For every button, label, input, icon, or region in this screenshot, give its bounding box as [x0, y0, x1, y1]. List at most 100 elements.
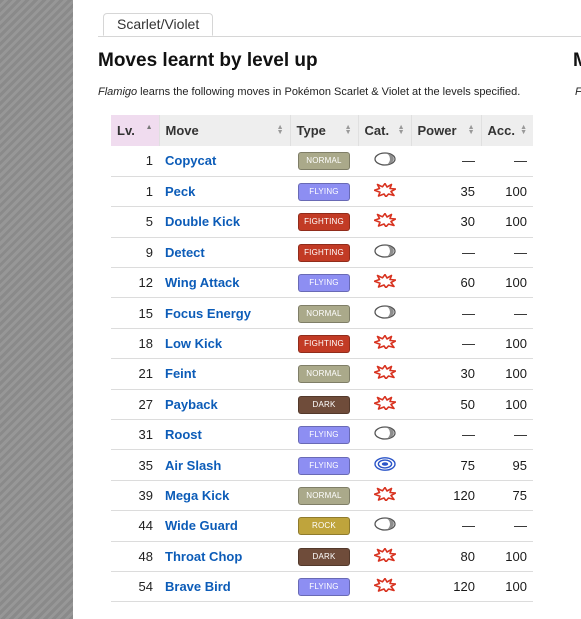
special-move-icon	[373, 456, 396, 471]
type-badge[interactable]: Fighting	[298, 243, 350, 262]
move-cell: Wing Attack	[159, 267, 290, 299]
power-cell: —	[411, 297, 481, 329]
type-badge[interactable]: Fighting	[298, 335, 350, 354]
category-cell	[358, 571, 411, 603]
type-cell: Dark	[290, 389, 358, 421]
category-cell	[358, 237, 411, 269]
physical-move-icon	[373, 365, 396, 380]
type-cell: Flying	[290, 419, 358, 451]
tab-scarlet-violet[interactable]: Scarlet/Violet	[103, 13, 214, 36]
level-cell: 54	[111, 571, 159, 603]
game-tabs: Scarlet/Violet	[98, 13, 581, 37]
table-row: 12 Wing Attack Flying 60 100	[111, 267, 533, 299]
move-link[interactable]: Feint	[165, 366, 196, 381]
move-link[interactable]: Peck	[165, 184, 195, 199]
move-link[interactable]: Wide Guard	[165, 518, 238, 533]
power-cell: 120	[411, 571, 481, 603]
next-section-intro: Fl	[575, 86, 581, 98]
type-badge[interactable]: Normal	[298, 365, 350, 384]
section-intro: Flamigo learns the following moves in Po…	[98, 86, 520, 98]
type-badge[interactable]: Flying	[298, 183, 350, 202]
level-cell: 9	[111, 237, 159, 269]
table-row: 21 Feint Normal 30 100	[111, 358, 533, 390]
type-badge[interactable]: Dark	[298, 547, 350, 566]
physical-move-icon	[373, 183, 396, 198]
category-cell	[358, 419, 411, 451]
move-link[interactable]: Payback	[165, 397, 218, 412]
physical-move-icon	[373, 335, 396, 350]
type-badge[interactable]: Normal	[298, 486, 350, 505]
type-badge[interactable]: Flying	[298, 578, 350, 597]
move-cell: Roost	[159, 419, 290, 451]
physical-move-icon	[373, 486, 396, 501]
sort-icon: ▲ ▼	[344, 124, 352, 136]
type-badge[interactable]: Flying	[298, 426, 350, 445]
table-row: 27 Payback Dark 50 100	[111, 389, 533, 421]
type-cell: Fighting	[290, 206, 358, 238]
physical-move-icon	[373, 547, 396, 562]
status-move-icon	[373, 244, 396, 258]
type-cell: Flying	[290, 449, 358, 481]
move-link[interactable]: Wing Attack	[165, 275, 240, 290]
type-badge[interactable]: Flying	[298, 274, 350, 293]
pokemon-name: Flamigo	[98, 86, 138, 98]
table-header-row: Lv. ▲ Move ▲ ▼ Type ▲ ▼ Cat. ▲ ▼ Power ▲ ▼ Acc. ▲ ▼	[111, 115, 533, 146]
accuracy-cell: 100	[481, 267, 533, 299]
move-link[interactable]: Double Kick	[165, 214, 240, 229]
move-cell: Peck	[159, 176, 290, 208]
header-category[interactable]: Cat. ▲ ▼	[358, 115, 412, 146]
move-link[interactable]: Brave Bird	[165, 579, 231, 594]
type-badge[interactable]: Flying	[298, 456, 350, 475]
table-row: 9 Detect Fighting — —	[111, 237, 533, 269]
move-link[interactable]: Throat Chop	[165, 549, 242, 564]
category-cell	[358, 389, 411, 421]
level-cell: 15	[111, 297, 159, 329]
move-link[interactable]: Focus Energy	[165, 306, 251, 321]
level-cell: 27	[111, 389, 159, 421]
type-badge[interactable]: Dark	[298, 395, 350, 414]
type-cell: Fighting	[290, 237, 358, 269]
table-row: 48 Throat Chop Dark 80 100	[111, 541, 533, 572]
type-cell: Flying	[290, 267, 358, 299]
type-badge[interactable]: Normal	[298, 152, 350, 171]
header-accuracy-label: Acc.	[487, 123, 515, 138]
header-move[interactable]: Move ▲ ▼	[159, 115, 291, 146]
move-link[interactable]: Mega Kick	[165, 488, 229, 503]
power-cell: —	[411, 328, 481, 360]
table-row: 5 Double Kick Fighting 30 100	[111, 206, 533, 238]
type-badge[interactable]: Rock	[298, 517, 350, 536]
status-move-icon	[373, 426, 396, 440]
power-cell: 60	[411, 267, 481, 299]
accuracy-cell: —	[481, 297, 533, 329]
intro-text: learns the following moves in Pokémon Sc…	[137, 86, 521, 98]
move-cell: Throat Chop	[159, 541, 290, 572]
main-content: Scarlet/Violet Moves learnt by level up …	[73, 0, 581, 619]
move-cell: Focus Energy	[159, 297, 290, 329]
move-link[interactable]: Detect	[165, 245, 205, 260]
category-cell	[358, 206, 411, 238]
status-move-icon	[373, 152, 396, 167]
accuracy-cell: —	[481, 146, 533, 177]
next-section-heading: M	[573, 50, 581, 71]
type-badge[interactable]: Normal	[298, 304, 350, 323]
category-cell	[358, 297, 411, 329]
level-cell: 1	[111, 146, 159, 177]
move-link[interactable]: Low Kick	[165, 336, 222, 351]
physical-move-icon	[373, 578, 396, 593]
type-cell: Rock	[290, 510, 358, 542]
power-cell: 35	[411, 176, 481, 208]
header-power[interactable]: Power ▲ ▼	[411, 115, 482, 146]
move-link[interactable]: Copycat	[165, 153, 216, 168]
type-badge[interactable]: Fighting	[298, 213, 350, 232]
header-category-label: Cat.	[364, 123, 390, 138]
move-link[interactable]: Roost	[165, 427, 202, 442]
table-row: 44 Wide Guard Rock — —	[111, 510, 533, 542]
header-type-label: Type	[296, 123, 326, 138]
level-cell: 39	[111, 480, 159, 512]
type-cell: Dark	[290, 541, 358, 572]
header-accuracy[interactable]: Acc. ▲ ▼	[481, 115, 533, 146]
header-level[interactable]: Lv. ▲	[111, 115, 160, 146]
status-move-icon	[373, 304, 396, 319]
header-type[interactable]: Type ▲ ▼	[290, 115, 359, 146]
move-link[interactable]: Air Slash	[165, 458, 221, 473]
